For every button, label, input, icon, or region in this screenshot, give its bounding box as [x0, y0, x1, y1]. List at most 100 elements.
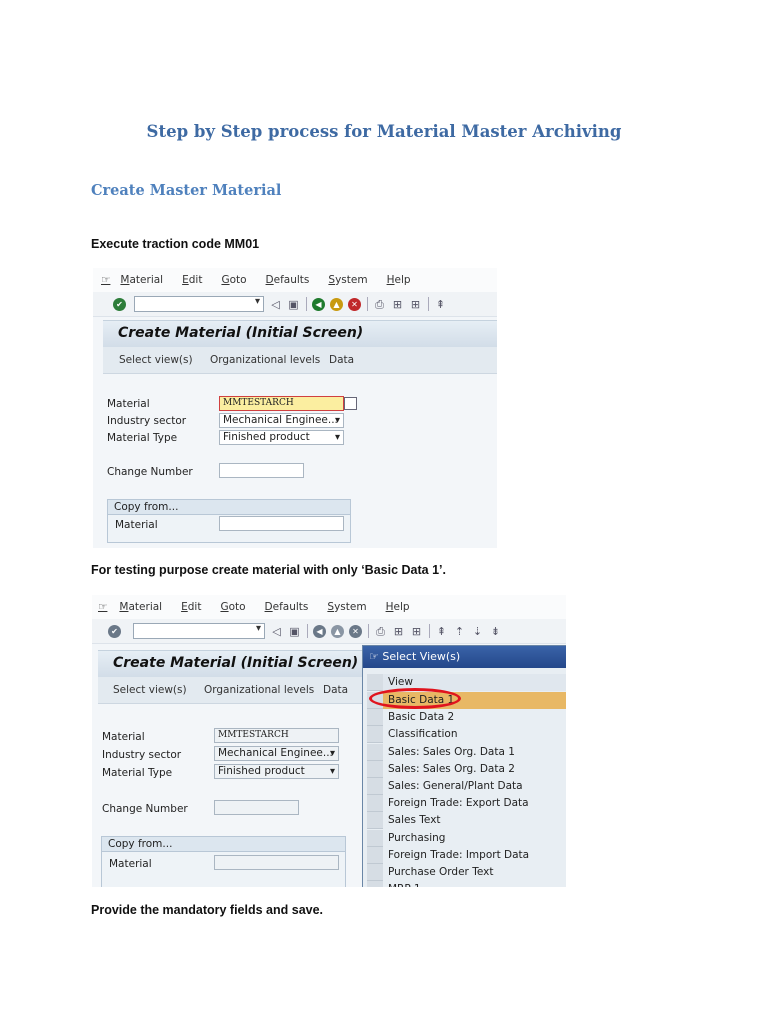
row-selector[interactable]: [367, 709, 383, 727]
back-arrow-icon[interactable]: ◁: [270, 625, 283, 638]
menu-icon[interactable]: ☞: [101, 274, 110, 286]
screen-title: Create Material (Initial Screen): [118, 325, 364, 341]
section-heading: Create Master Material: [91, 182, 282, 199]
dialog-titlebar: ☞ Select View(s): [363, 646, 566, 668]
view-list-item[interactable]: Sales: Sales Org. Data 1: [367, 743, 566, 761]
view-list-item[interactable]: Sales Text: [367, 812, 566, 830]
first-page-icon[interactable]: ⇞: [435, 625, 448, 638]
menu-material[interactable]: Material: [120, 274, 163, 286]
view-label: Sales: General/Plant Data: [388, 780, 523, 792]
row-selector[interactable]: [367, 864, 383, 881]
view-list-item[interactable]: Sales: General/Plant Data: [367, 778, 566, 795]
menu-bar: ☞ Material Edit Goto Defaults System Hel…: [93, 268, 497, 292]
menu-material[interactable]: Material: [119, 601, 162, 613]
save-icon[interactable]: ▣: [288, 625, 301, 638]
menu-system[interactable]: System: [328, 274, 367, 286]
view-label: Sales: Sales Org. Data 2: [388, 762, 515, 775]
org-levels-button[interactable]: Organizational levels: [204, 684, 314, 696]
menu-help[interactable]: Help: [387, 274, 411, 286]
command-field[interactable]: [133, 623, 265, 639]
find-icon[interactable]: ⊞: [392, 625, 405, 638]
select-views-dialog: ☞ Select View(s) View Basic Data 1 Basic …: [362, 645, 566, 887]
row-selector[interactable]: [367, 743, 383, 761]
menu-help[interactable]: Help: [386, 601, 410, 613]
print-icon[interactable]: ⎙: [373, 298, 386, 311]
copy-material-input[interactable]: [214, 855, 339, 870]
material-label: Material: [102, 731, 145, 743]
paragraph: For testing purpose create material with…: [91, 563, 446, 577]
print-icon[interactable]: ⎙: [374, 625, 387, 638]
data-button[interactable]: Data: [323, 684, 348, 696]
enter-icon[interactable]: ✔: [113, 297, 126, 311]
row-selector[interactable]: [367, 829, 383, 847]
row-selector[interactable]: [367, 726, 383, 744]
enter-icon[interactable]: ✔: [108, 624, 121, 638]
view-list-item[interactable]: Basic Data 2: [367, 709, 566, 727]
view-list-item[interactable]: Foreign Trade: Export Data: [367, 795, 566, 813]
copy-material-input[interactable]: [219, 516, 344, 531]
row-selector[interactable]: [367, 881, 383, 887]
copy-material-label: Material: [115, 519, 158, 531]
menu-defaults[interactable]: Defaults: [265, 601, 309, 613]
view-list-item[interactable]: Sales: Sales Org. Data 2: [367, 760, 566, 778]
change-number-input[interactable]: [219, 463, 304, 478]
copy-from-title: Copy from...: [102, 837, 345, 852]
material-type-select[interactable]: Finished product: [214, 764, 339, 779]
cancel-icon[interactable]: ✕: [349, 624, 362, 638]
view-label: Foreign Trade: Export Data: [388, 797, 529, 810]
row-selector[interactable]: [367, 846, 383, 864]
exit-icon[interactable]: ▲: [331, 624, 344, 638]
row-selector[interactable]: [367, 812, 383, 830]
application-toolbar: Select view(s) Organizational levels Dat…: [103, 347, 497, 374]
view-list-item[interactable]: Classification: [367, 726, 566, 744]
view-list-item[interactable]: Purchase Order Text: [367, 864, 566, 881]
prev-page-icon[interactable]: ⇡: [453, 625, 466, 638]
sap-screenshot-1: ☞ Material Edit Goto Defaults System Hel…: [93, 268, 497, 548]
column-view: View: [388, 676, 413, 688]
back-arrow-icon[interactable]: ◁: [269, 298, 282, 311]
view-label: Sales Text: [388, 814, 441, 827]
back-icon[interactable]: ◀: [313, 624, 326, 638]
row-selector[interactable]: [367, 778, 383, 795]
menu-goto[interactable]: Goto: [221, 274, 246, 286]
search-help-icon[interactable]: [344, 397, 357, 410]
material-type-label: Material Type: [107, 432, 178, 444]
find-next-icon[interactable]: ⊞: [409, 298, 422, 311]
screen-header: Create Material (Initial Screen): [103, 320, 497, 347]
copy-from-group: Copy from... Material: [107, 499, 351, 543]
row-selector[interactable]: [367, 760, 383, 778]
menu-system[interactable]: System: [327, 601, 366, 613]
view-list-item[interactable]: Purchasing: [367, 829, 566, 847]
find-icon[interactable]: ⊞: [391, 298, 404, 311]
save-icon[interactable]: ▣: [287, 298, 300, 311]
view-label: Sales: Sales Org. Data 1: [388, 745, 515, 758]
org-levels-button[interactable]: Organizational levels: [210, 354, 320, 366]
find-next-icon[interactable]: ⊞: [410, 625, 423, 638]
menu-defaults[interactable]: Defaults: [266, 274, 310, 286]
select-views-button[interactable]: Select view(s): [119, 354, 193, 366]
view-list-item[interactable]: Foreign Trade: Import Data: [367, 846, 566, 864]
back-icon[interactable]: ◀: [312, 297, 325, 311]
menu-goto[interactable]: Goto: [220, 601, 245, 613]
view-label: Basic Data 2: [388, 711, 455, 724]
menu-edit[interactable]: Edit: [181, 601, 201, 613]
last-page-icon[interactable]: ⇟: [489, 625, 502, 638]
row-selector[interactable]: [367, 795, 383, 813]
change-number-input[interactable]: [214, 800, 299, 815]
menu-edit[interactable]: Edit: [182, 274, 202, 286]
view-list-item[interactable]: MRP 1: [367, 881, 566, 887]
industry-sector-select[interactable]: Mechanical Enginee...: [214, 746, 339, 761]
command-field[interactable]: [134, 296, 264, 312]
select-all[interactable]: [367, 674, 383, 691]
select-views-button[interactable]: Select view(s): [113, 684, 187, 696]
material-input[interactable]: MMTESTARCH: [214, 728, 339, 743]
material-type-select[interactable]: Finished product: [219, 430, 344, 445]
menu-icon[interactable]: ☞: [98, 601, 107, 613]
exit-icon[interactable]: ▲: [330, 297, 343, 311]
industry-sector-select[interactable]: Mechanical Enginee...: [219, 413, 344, 428]
data-button[interactable]: Data: [329, 354, 354, 366]
next-page-icon[interactable]: ⇣: [471, 625, 484, 638]
material-input[interactable]: MMTESTARCH: [219, 396, 344, 411]
first-page-icon[interactable]: ⇞: [434, 298, 447, 311]
cancel-icon[interactable]: ✕: [348, 297, 361, 311]
